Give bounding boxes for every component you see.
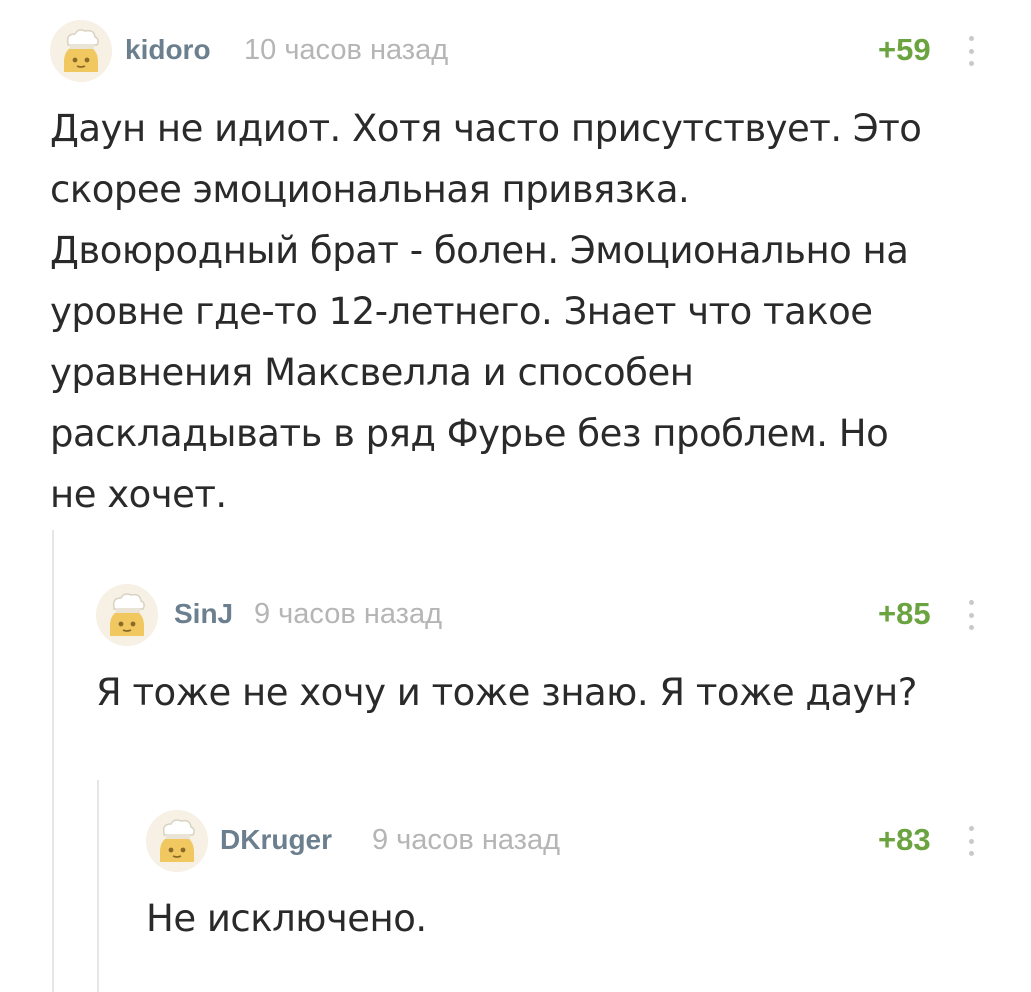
comment-time[interactable]: 9 часов назад (372, 824, 560, 857)
comment-text: Даун не идиот. Хотя часто присутствует. … (50, 107, 922, 516)
thread-line-level-2 (97, 780, 99, 992)
comment-text: Я тоже не хочу и тоже знаю. Я тоже даун? (96, 671, 917, 714)
comment-header: kidoro 10 часов назад +59 (50, 20, 990, 90)
comment: DKruger 9 часов назад +83 Не исключено. (146, 810, 990, 950)
comment-rating: +85 (878, 596, 931, 631)
default-avatar-icon[interactable] (50, 20, 112, 82)
comment-header: DKruger 9 часов назад +83 (146, 810, 990, 880)
comment-rating: +83 (878, 822, 931, 857)
comment-rating: +59 (878, 32, 931, 67)
comment: SinJ 9 часов назад +85 Я тоже не хочу и … (96, 584, 990, 724)
comment-text: Не исключено. (146, 897, 427, 940)
vertical-dots-icon[interactable] (966, 36, 976, 66)
vertical-dots-icon[interactable] (966, 826, 976, 856)
username-link[interactable]: kidoro (125, 34, 211, 66)
default-avatar-icon[interactable] (96, 584, 158, 646)
comment-time[interactable]: 10 часов назад (244, 34, 448, 67)
comments-page: { "comments": [ { "username": "kidoro", … (0, 0, 1031, 992)
vertical-dots-icon[interactable] (966, 600, 976, 630)
username-link[interactable]: SinJ (174, 598, 233, 630)
comment-header: SinJ 9 часов назад +85 (96, 584, 990, 654)
thread-line-level-1 (52, 530, 54, 992)
username-link[interactable]: DKruger (220, 824, 332, 856)
default-avatar-icon[interactable] (146, 810, 208, 872)
comment-time[interactable]: 9 часов назад (254, 598, 442, 631)
comment: kidoro 10 часов назад +59 Даун не идиот.… (50, 20, 990, 520)
